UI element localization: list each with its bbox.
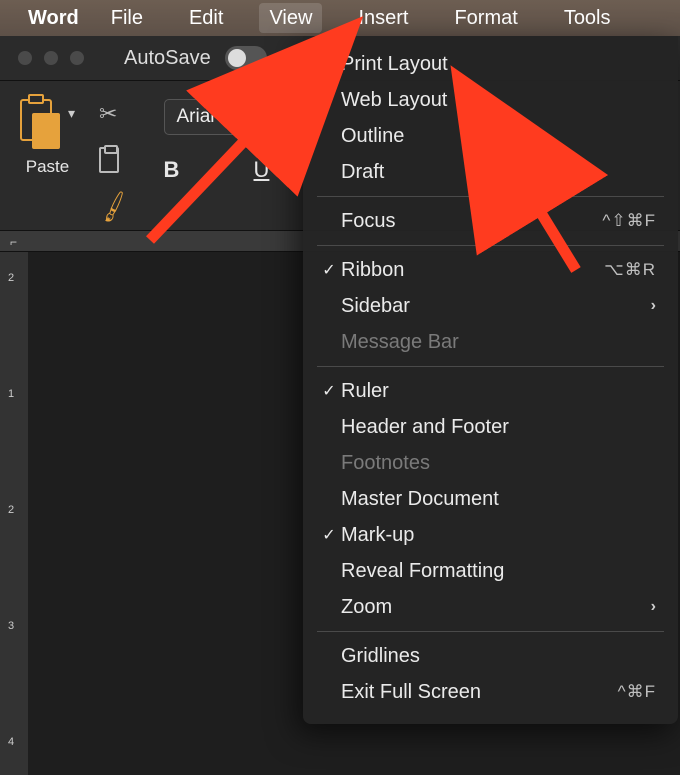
menu-edit[interactable]: Edit [179,3,233,33]
ruler-mark: 3 [8,620,14,632]
ruler-mark: 2 [8,504,14,516]
menu-item-label: Zoom [341,596,651,619]
menu-separator [317,366,664,367]
menu-format[interactable]: Format [444,3,527,33]
menu-item-header-and-footer[interactable]: Header and Footer [303,409,678,445]
mac-menubar: Word File Edit View Insert Format Tools [0,0,680,36]
traffic-lights[interactable] [18,51,84,65]
autosave-label: AutoSave [124,47,211,70]
menu-item-label: Ribbon [341,259,604,282]
close-dot[interactable] [18,51,32,65]
menu-item-zoom[interactable]: Zoom› [303,589,678,625]
check-icon: ✓ [317,260,341,280]
menu-item-web-layout[interactable]: Web Layout [303,82,678,118]
check-icon: ✓ [317,54,341,74]
menu-item-ruler[interactable]: ✓Ruler [303,373,678,409]
menu-separator [317,196,664,197]
menu-item-label: Footnotes [341,452,656,475]
paste-icon[interactable] [20,99,62,151]
menu-item-label: Outline [341,125,656,148]
underline-button[interactable]: U [254,157,270,183]
menu-item-mark-up[interactable]: ✓Mark-up [303,517,678,553]
ruler-mark: 4 [8,736,14,748]
menu-item-draft[interactable]: Draft [303,154,678,190]
paste-dropdown-icon[interactable]: ▾ [68,105,75,122]
menu-item-reveal-formatting[interactable]: Reveal Formatting [303,553,678,589]
tab-stop-icon[interactable]: ⌐ [10,235,17,249]
check-icon: ✓ [317,381,341,401]
menu-item-label: Exit Full Screen [341,681,618,704]
menu-item-focus[interactable]: Focus^⇧⌘F [303,203,678,239]
menu-item-master-document[interactable]: Master Document [303,481,678,517]
min-dot[interactable] [44,51,58,65]
shortcut-label: ^⌘F [618,682,656,702]
menu-item-label: Master Document [341,488,656,511]
submenu-arrow-icon: › [651,297,656,315]
shortcut-label: ⌥⌘R [604,260,656,280]
menu-item-ribbon[interactable]: ✓Ribbon⌥⌘R [303,252,678,288]
menu-item-label: Ruler [341,380,656,403]
copy-icon[interactable] [99,147,119,173]
autosave-toggle[interactable] [225,46,267,70]
menu-item-label: Web Layout [341,89,656,112]
ruler-mark: 2 [8,272,14,284]
max-dot[interactable] [70,51,84,65]
menu-item-exit-full-screen[interactable]: Exit Full Screen^⌘F [303,674,678,710]
menu-separator [317,245,664,246]
check-icon: ✓ [317,525,341,545]
ruler-vertical[interactable]: 2 1 2 3 4 [0,252,28,775]
menu-item-label: Reveal Formatting [341,560,656,583]
menu-item-label: Header and Footer [341,416,656,439]
font-selector[interactable]: Arial [164,99,294,135]
menu-view[interactable]: View [259,3,322,33]
menu-separator [317,631,664,632]
menu-item-outline[interactable]: Outline [303,118,678,154]
menu-item-label: Gridlines [341,645,656,668]
menu-tools[interactable]: Tools [554,3,621,33]
menu-item-gridlines[interactable]: Gridlines [303,638,678,674]
cut-icon[interactable]: ✂ [99,101,129,127]
menu-item-label: Focus [341,210,602,233]
paste-label: Paste [26,157,69,177]
ruler-mark: 1 [8,388,14,400]
submenu-arrow-icon: › [651,598,656,616]
menu-item-print-layout[interactable]: ✓Print Layout [303,46,678,82]
menu-item-message-bar: Message Bar [303,324,678,360]
shortcut-label: ^⇧⌘F [602,211,656,231]
italic-button[interactable]: I [213,157,219,183]
app-name[interactable]: Word [28,7,79,30]
menu-file[interactable]: File [101,3,153,33]
menu-item-footnotes: Footnotes [303,445,678,481]
view-menu: ✓Print LayoutWeb LayoutOutlineDraftFocus… [303,36,678,724]
menu-insert[interactable]: Insert [348,3,418,33]
menu-item-label: Print Layout [341,53,656,76]
menu-item-sidebar[interactable]: Sidebar› [303,288,678,324]
menu-item-label: Message Bar [341,331,656,354]
menu-item-label: Sidebar [341,295,651,318]
format-painter-icon[interactable]: 🖌 [95,189,134,227]
menu-item-label: Draft [341,161,656,184]
bold-button[interactable]: B [164,157,180,183]
menu-item-label: Mark-up [341,524,656,547]
